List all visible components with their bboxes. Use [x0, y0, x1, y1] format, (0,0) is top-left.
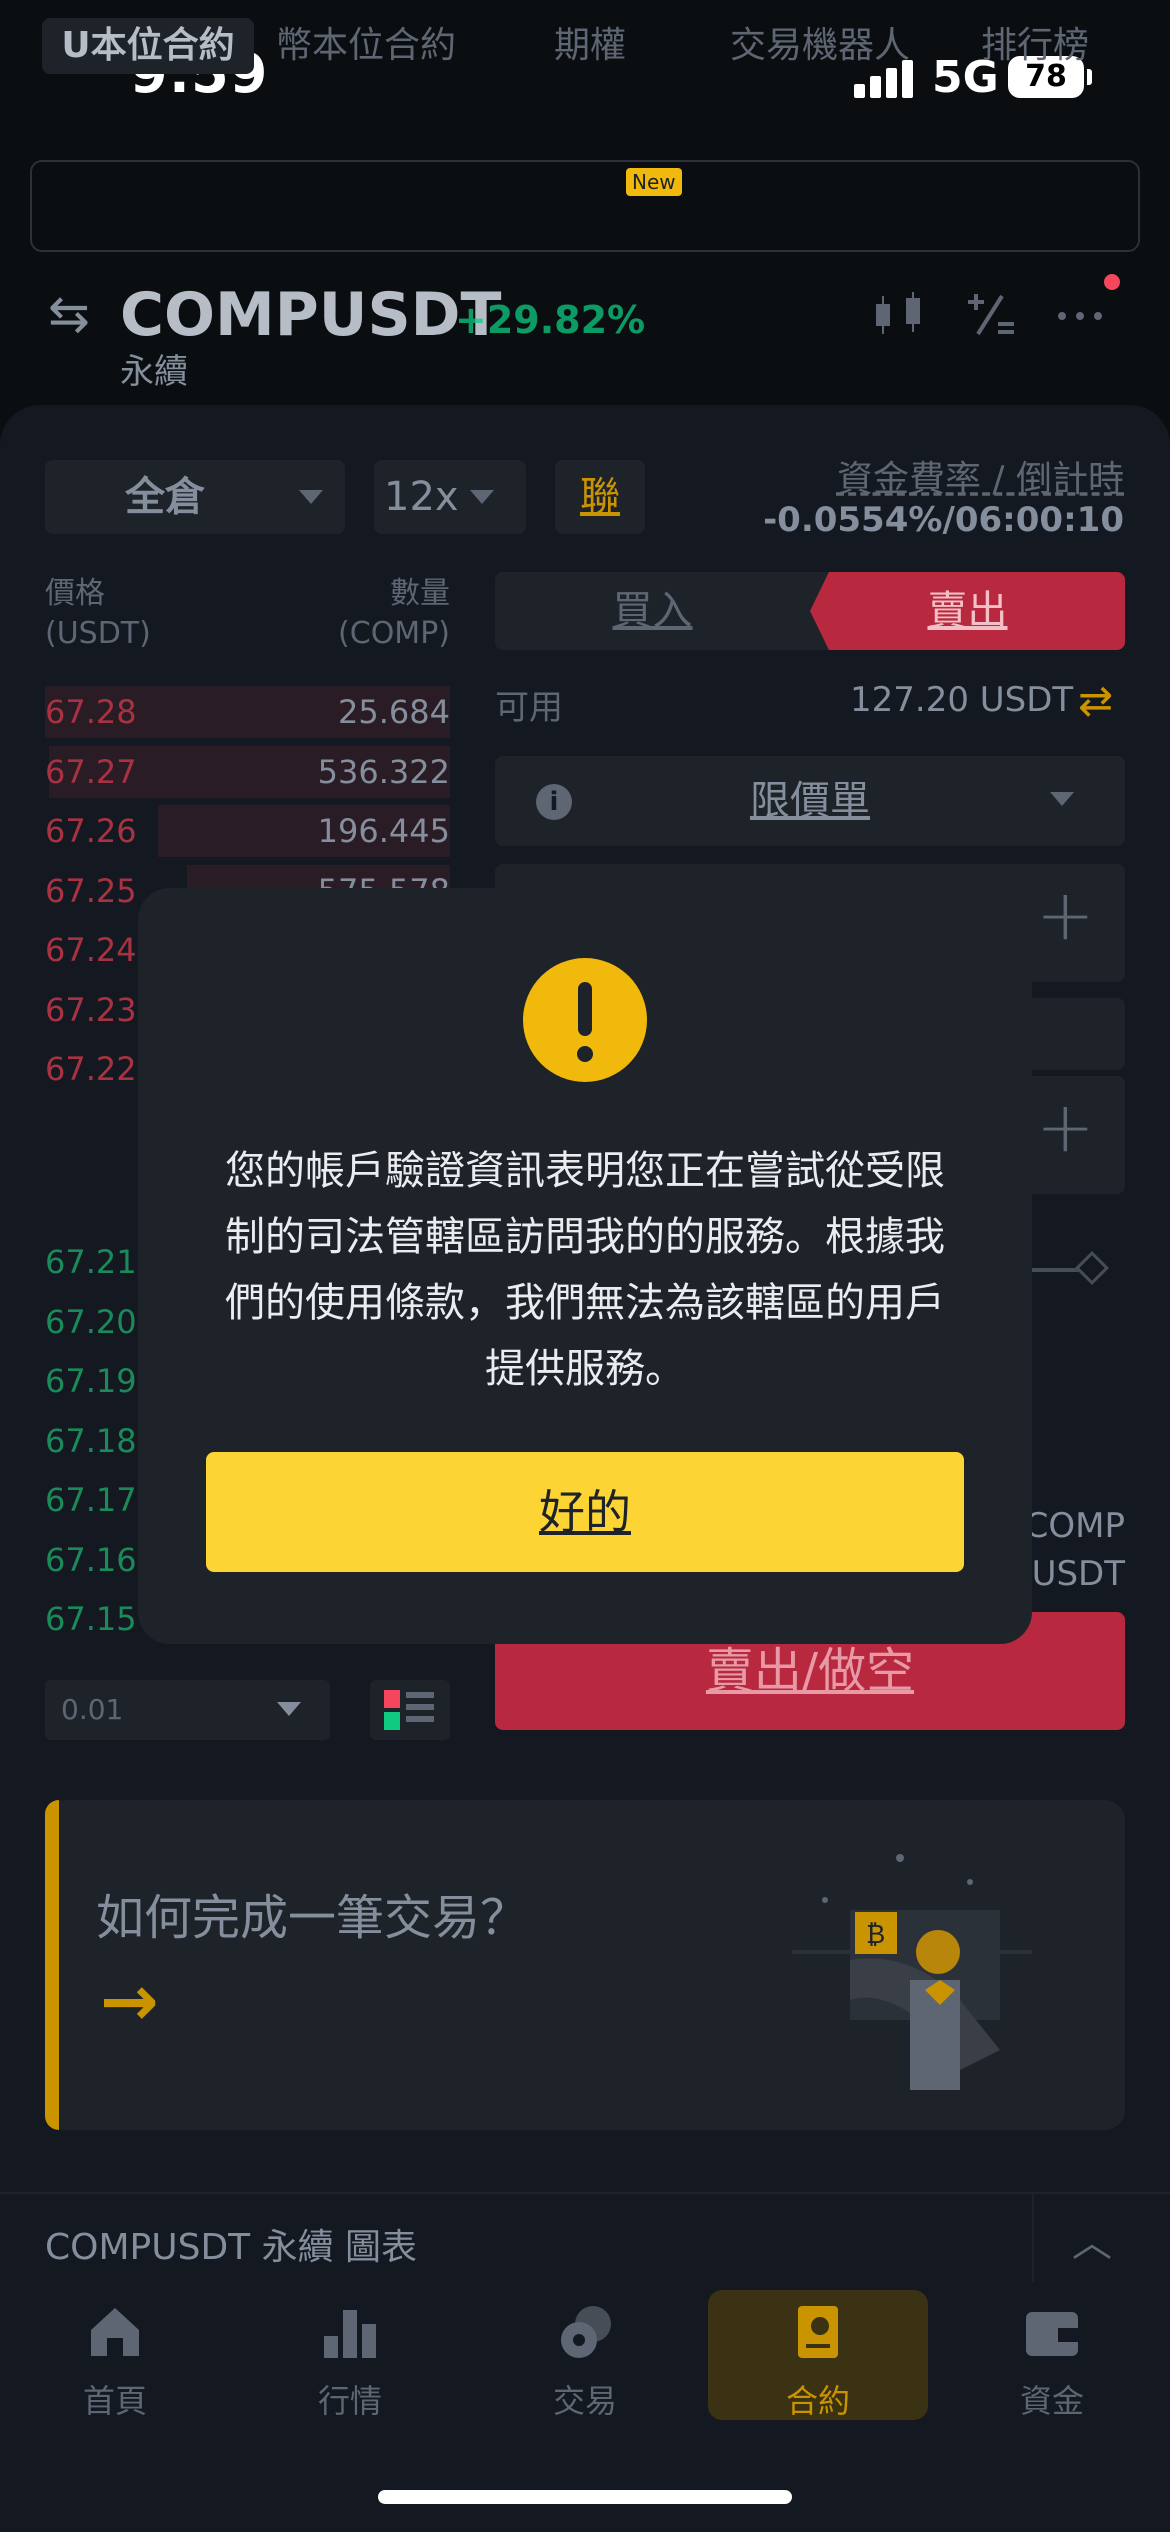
- ok-button[interactable]: 好的: [206, 1452, 964, 1572]
- warning-icon-bar: [578, 982, 592, 1036]
- dialog-message: 您的帳戶驗證資訊表明您正在嘗試從受限制的司法管轄區訪問我的的服務。根據我們的使用…: [225, 1148, 945, 1392]
- warning-icon-dot: [577, 1046, 593, 1062]
